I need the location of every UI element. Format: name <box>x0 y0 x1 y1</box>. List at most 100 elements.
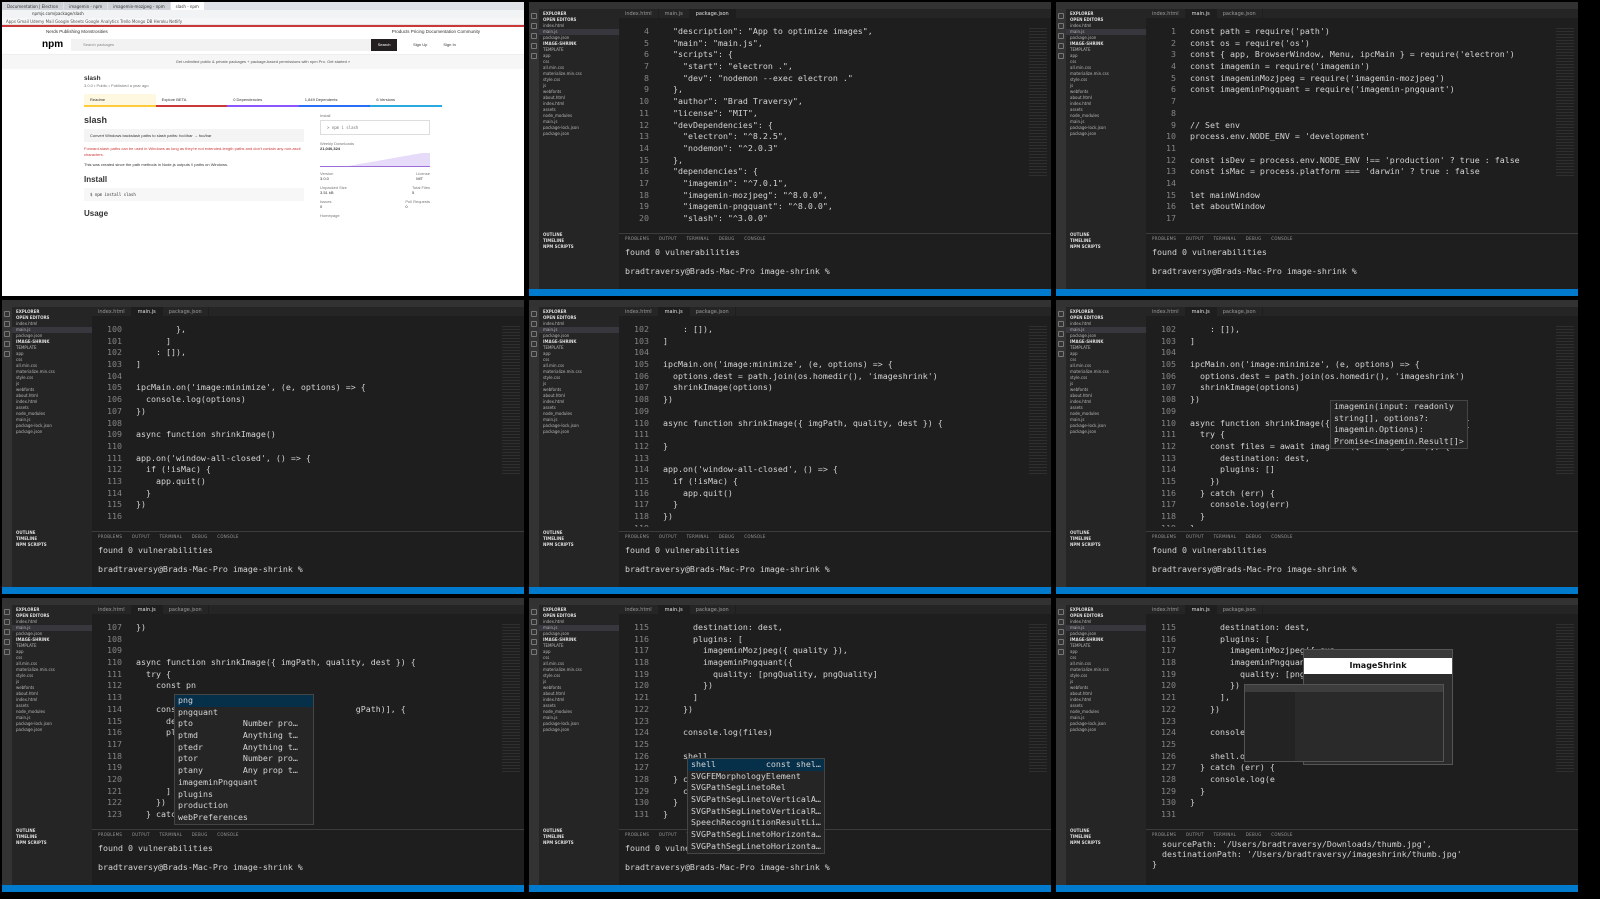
source-control-icon[interactable] <box>531 629 537 635</box>
code-editor[interactable]: 102 : []), 103] 104 105 ipcMain.on('image:mi… <box>619 324 1025 527</box>
panel-tabs[interactable]: PROBLEMS OUTPUT TERMINAL DEBUG CONSOLE <box>619 830 1051 839</box>
explorer-footer-item[interactable]: NPM SCRIPTS <box>1066 840 1146 846</box>
extensions-icon[interactable] <box>531 53 537 59</box>
minimap[interactable] <box>1029 28 1047 178</box>
terminal-panel[interactable]: PROBLEMS OUTPUT TERMINAL DEBUG CONSOLE fo… <box>92 531 524 587</box>
code-editor[interactable]: 100 }, 101 ] 102 : []), 103] 104 105 ipcMain.o… <box>92 324 498 527</box>
files-icon[interactable] <box>1058 609 1064 615</box>
suggest-item[interactable]: SVGPathSegLinetoHorizonta… <box>688 829 824 841</box>
search-button[interactable]: Search <box>371 38 398 51</box>
tab-main-js[interactable]: main.js <box>1185 307 1217 316</box>
minimap[interactable] <box>502 624 520 774</box>
tab-package-json[interactable]: package.json <box>689 9 736 18</box>
search-icon[interactable] <box>4 321 10 327</box>
terminal-panel[interactable]: PROBLEMS OUTPUT TERMINAL DEBUG CONSOLE fo… <box>1146 233 1578 289</box>
source-control-icon[interactable] <box>1058 331 1064 337</box>
files-icon[interactable] <box>4 609 10 615</box>
suggest-item[interactable]: shell const shel… <box>688 759 824 771</box>
tab-package-json[interactable]: package.json <box>1217 9 1263 18</box>
search-icon[interactable] <box>1058 321 1064 327</box>
address-bar[interactable]: npmjs.com/package/slash <box>2 10 524 18</box>
search-input[interactable]: Search packages <box>71 38 372 51</box>
tab-index-html[interactable]: index.html <box>92 307 132 316</box>
browser-tab[interactable]: slash - npm <box>170 2 204 10</box>
npm-top-links[interactable]: Products Pricing Documentation Community <box>392 27 480 35</box>
terminal-panel[interactable]: PROBLEMS OUTPUT TERMINAL DEBUG CONSOLE fo… <box>619 531 1051 587</box>
explorer-footer-item[interactable]: NPM SCRIPTS <box>12 542 92 548</box>
files-icon[interactable] <box>1058 311 1064 317</box>
tab-index-html[interactable]: index.html <box>92 605 132 614</box>
finder-window[interactable] <box>1244 684 1444 762</box>
suggest-item[interactable]: SpeechRecognitionResultLi… <box>688 817 824 829</box>
search-icon[interactable] <box>531 23 537 29</box>
source-control-icon[interactable] <box>531 33 537 39</box>
tab-index-html[interactable]: index.html <box>619 605 659 614</box>
tab-readme[interactable]: Readme <box>84 94 156 107</box>
tab-main-js[interactable]: main.js <box>659 9 690 18</box>
tab-package-json[interactable]: package.json <box>690 307 736 316</box>
tab-package-json[interactable]: package.json <box>1217 605 1263 614</box>
extensions-icon[interactable] <box>4 351 10 357</box>
tab-package-json[interactable]: package.json <box>163 307 209 316</box>
tab-main-js[interactable]: main.js <box>1185 9 1217 18</box>
tab-package-json[interactable]: package.json <box>690 605 736 614</box>
files-icon[interactable] <box>531 311 537 317</box>
explorer-footer-item[interactable]: NPM SCRIPTS <box>539 542 619 548</box>
panel-tabs[interactable]: PROBLEMS OUTPUT TERMINAL DEBUG CONSOLE <box>92 830 524 839</box>
npm-logo[interactable]: npm <box>42 39 63 50</box>
explorer-footer-item[interactable]: NPM SCRIPTS <box>12 840 92 846</box>
extensions-icon[interactable] <box>1058 53 1064 59</box>
extensions-icon[interactable] <box>1058 649 1064 655</box>
debug-icon[interactable] <box>4 341 10 347</box>
suggest-item[interactable]: SVGPathSegLinetoVerticalA… <box>688 794 824 806</box>
suggest-item[interactable]: webPreferences <box>175 812 313 824</box>
debug-icon[interactable] <box>4 639 10 645</box>
tab-main-js[interactable]: main.js <box>658 605 690 614</box>
terminal-panel[interactable]: PROBLEMS OUTPUT TERMINAL DEBUG CONSOLE fo… <box>92 829 524 885</box>
tab-main-js[interactable]: main.js <box>658 307 690 316</box>
debug-icon[interactable] <box>531 341 537 347</box>
panel-tabs[interactable]: PROBLEMS OUTPUT TERMINAL DEBUG CONSOLE <box>1146 234 1578 243</box>
search-icon[interactable] <box>4 619 10 625</box>
source-control-icon[interactable] <box>4 629 10 635</box>
minimap[interactable] <box>1556 326 1574 476</box>
suggest-item[interactable]: SVGPathSegLinetoVerticalR… <box>688 806 824 818</box>
browser-tab[interactable]: imagemin - npm <box>64 2 108 10</box>
suggest-item[interactable]: pngquant <box>175 707 313 719</box>
minimap[interactable] <box>1556 624 1574 774</box>
extensions-icon[interactable] <box>531 351 537 357</box>
terminal-panel[interactable]: PROBLEMS OUTPUT TERMINAL DEBUG CONSOLE s… <box>1146 829 1578 885</box>
suggest-item[interactable]: imageminPngquant <box>175 777 313 789</box>
terminal-panel[interactable]: PROBLEMS OUTPUT TERMINAL DEBUG CONSOLE fo… <box>619 829 1051 885</box>
tab-index-html[interactable]: index.html <box>1146 307 1186 316</box>
debug-icon[interactable] <box>1058 639 1064 645</box>
search-icon[interactable] <box>531 321 537 327</box>
suggest-widget[interactable]: png pngquant pto Number pro… ptmd Anything … <box>174 694 314 825</box>
panel-tabs[interactable]: PROBLEMS OUTPUT TERMINAL DEBUG CONSOLE <box>619 532 1051 541</box>
suggest-item[interactable]: SVGFEMorphologyElement <box>688 771 824 783</box>
source-control-icon[interactable] <box>531 331 537 337</box>
source-control-icon[interactable] <box>4 331 10 337</box>
explorer-footer-item[interactable]: NPM SCRIPTS <box>539 244 619 250</box>
minimap[interactable] <box>1029 624 1047 774</box>
minimap[interactable] <box>1556 28 1574 178</box>
files-icon[interactable] <box>531 13 537 19</box>
minimap[interactable] <box>1029 326 1047 476</box>
source-control-icon[interactable] <box>1058 33 1064 39</box>
browser-tab[interactable]: imagemin-mozjpeg - npm <box>108 2 170 10</box>
tab-package-json[interactable]: package.json <box>1217 307 1263 316</box>
tab-dependents[interactable]: 1,849 Dependents <box>298 94 371 107</box>
tab-main-js[interactable]: main.js <box>131 605 163 614</box>
extensions-icon[interactable] <box>1058 351 1064 357</box>
bookmarks-bar[interactable]: Apps Gmail Udemy Mail Google Sheets Goog… <box>2 18 524 25</box>
minimap[interactable] <box>502 326 520 476</box>
suggest-item[interactable]: ptedr Anything t… <box>175 742 313 754</box>
terminal-panel[interactable]: PROBLEMS OUTPUT TERMINAL DEBUG CONSOLE fo… <box>1146 531 1578 587</box>
browser-tab[interactable]: Documentation | Electron <box>2 2 64 10</box>
suggest-item[interactable]: SVGPathSegLinetoRel <box>688 782 824 794</box>
files-icon[interactable] <box>531 609 537 615</box>
code-editor[interactable]: 4 "description": "App to optimize images… <box>619 26 1025 229</box>
signup-link[interactable]: Sign Up <box>413 42 427 47</box>
tab-dependencies[interactable]: 0 Dependencies <box>227 94 299 107</box>
debug-icon[interactable] <box>531 43 537 49</box>
